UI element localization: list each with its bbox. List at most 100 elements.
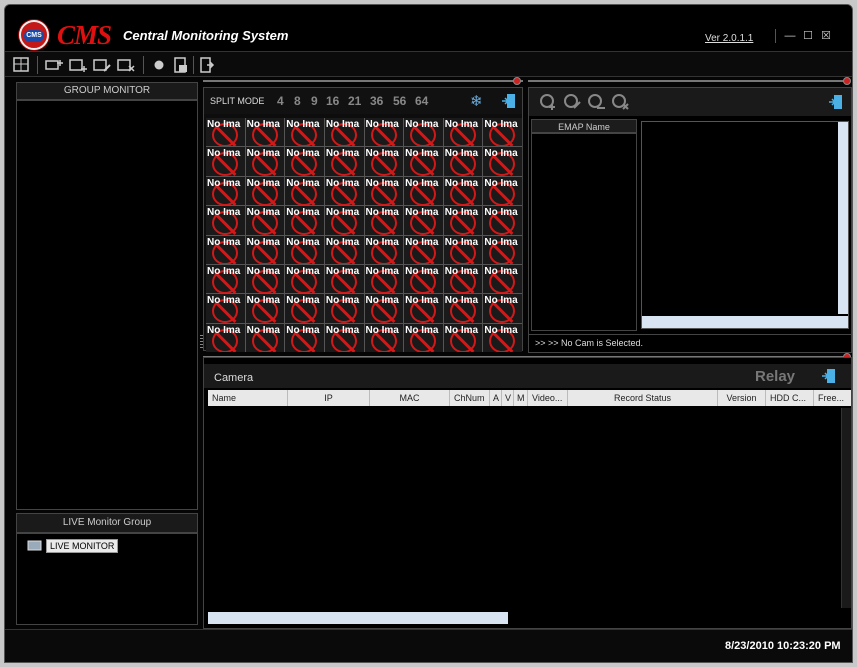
emap-panel-drag-bar[interactable] [528,80,844,82]
split-mode-56[interactable]: 56 [393,94,406,108]
emap-edit-icon[interactable] [563,93,583,111]
split-exit-icon[interactable] [502,93,516,109]
group-monitor-tree[interactable] [16,100,198,510]
camera-cell[interactable]: No Ima [206,323,245,352]
camera-cell[interactable]: No Ima [324,235,364,264]
playback-icon[interactable] [173,57,189,73]
col-a[interactable]: A [490,390,502,406]
camera-cell[interactable]: No Ima [364,235,404,264]
col-mac[interactable]: MAC [370,390,450,406]
minimize-icon[interactable]: — [783,30,797,42]
snowflake-icon[interactable]: ❄ [470,92,483,110]
emap-exit-icon[interactable] [829,94,843,110]
camera-cell[interactable]: No Ima [285,294,324,323]
camera-table-body[interactable] [208,406,851,626]
camera-cell[interactable]: No Ima [285,118,324,147]
camera-horizontal-scrollbar[interactable] [208,612,508,624]
camera-cell[interactable]: No Ima [206,118,245,147]
camera-cell[interactable]: No Ima [404,147,443,176]
camera-cell[interactable]: No Ima [364,294,404,323]
camera-cell[interactable]: No Ima [324,294,364,323]
camera-cell[interactable]: No Ima [443,264,483,294]
col-video[interactable]: Video... [528,390,568,406]
edit-group-icon[interactable] [93,57,113,73]
col-free[interactable]: Free... [814,390,851,406]
col-name[interactable]: Name [208,390,288,406]
version-link[interactable]: Ver 2.0.1.1 [705,33,753,44]
camera-cell[interactable]: No Ima [404,264,443,294]
camera-cell[interactable]: No Ima [245,118,285,147]
camera-cell[interactable]: No Ima [285,323,324,352]
split-mode-36[interactable]: 36 [370,94,383,108]
camera-cell[interactable]: No Ima [324,118,364,147]
exit-icon[interactable] [199,57,215,73]
split-panel-drag-bar[interactable] [203,80,523,82]
camera-cell[interactable]: No Ima [404,235,443,264]
camera-cell[interactable]: No Ima [483,264,522,294]
camera-cell[interactable]: No Ima [443,206,483,235]
camera-cell[interactable]: No Ima [483,235,522,264]
split-panel-close-icon[interactable] [513,77,521,85]
split-mode-8[interactable]: 8 [294,94,301,108]
camera-cell[interactable]: No Ima [245,176,285,206]
camera-cell[interactable]: No Ima [404,206,443,235]
camera-cell[interactable]: No Ima [206,294,245,323]
camera-cell[interactable]: No Ima [364,147,404,176]
emap-horizontal-scrollbar[interactable] [642,316,848,328]
close-icon[interactable]: ☒ [819,30,833,42]
emap-delete-icon[interactable] [611,93,631,111]
camera-cell[interactable]: No Ima [324,147,364,176]
col-ip[interactable]: IP [288,390,370,406]
camera-cell[interactable]: No Ima [206,235,245,264]
camera-cell[interactable]: No Ima [285,264,324,294]
camera-cell[interactable]: No Ima [443,235,483,264]
relay-button[interactable]: Relay [755,368,795,385]
split-mode-9[interactable]: 9 [311,94,318,108]
camera-cell[interactable]: No Ima [483,206,522,235]
camera-cell[interactable]: No Ima [404,176,443,206]
camera-cell[interactable]: No Ima [364,118,404,147]
camera-cell[interactable]: No Ima [285,235,324,264]
camera-cell[interactable]: No Ima [364,264,404,294]
camera-cell[interactable]: No Ima [364,176,404,206]
emap-add-icon[interactable] [539,93,559,111]
camera-cell[interactable]: No Ima [443,294,483,323]
split-mode-4[interactable]: 4 [277,94,284,108]
camera-cell[interactable]: No Ima [404,294,443,323]
add-group-icon[interactable] [69,57,89,73]
record-icon[interactable] [151,57,167,73]
emap-name-list[interactable] [531,133,637,331]
delete-group-icon[interactable] [117,57,137,73]
camera-cell[interactable]: No Ima [206,206,245,235]
camera-cell[interactable]: No Ima [245,294,285,323]
camera-cell[interactable]: No Ima [324,176,364,206]
emap-vertical-scrollbar[interactable] [838,122,848,314]
split-mode-21[interactable]: 21 [348,94,361,108]
camera-cell[interactable]: No Ima [404,118,443,147]
add-device-icon[interactable] [45,57,65,73]
emap-panel-close-icon[interactable] [843,77,851,85]
camera-cell[interactable]: No Ima [206,176,245,206]
camera-cell[interactable]: No Ima [443,176,483,206]
camera-cell[interactable]: No Ima [483,147,522,176]
emap-map-view[interactable] [641,121,849,329]
camera-cell[interactable]: No Ima [324,206,364,235]
camera-cell[interactable]: No Ima [483,176,522,206]
camera-cell[interactable]: No Ima [443,323,483,352]
camera-cell[interactable]: No Ima [245,323,285,352]
camera-exit-icon[interactable] [822,368,836,384]
split-mode-16[interactable]: 16 [326,94,339,108]
camera-cell[interactable]: No Ima [245,147,285,176]
camera-cell[interactable]: No Ima [206,264,245,294]
camera-cell[interactable]: No Ima [245,264,285,294]
camera-cell[interactable]: No Ima [324,264,364,294]
col-m[interactable]: M [514,390,528,406]
camera-cell[interactable]: No Ima [245,206,285,235]
tree-item-live-monitor[interactable]: LIVE MONITOR [27,539,119,553]
col-hdd[interactable]: HDD C... [766,390,814,406]
camera-cell[interactable]: No Ima [285,176,324,206]
emap-link-icon[interactable] [587,93,607,111]
camera-cell[interactable]: No Ima [364,323,404,352]
camera-cell[interactable]: No Ima [443,147,483,176]
col-v[interactable]: V [502,390,514,406]
